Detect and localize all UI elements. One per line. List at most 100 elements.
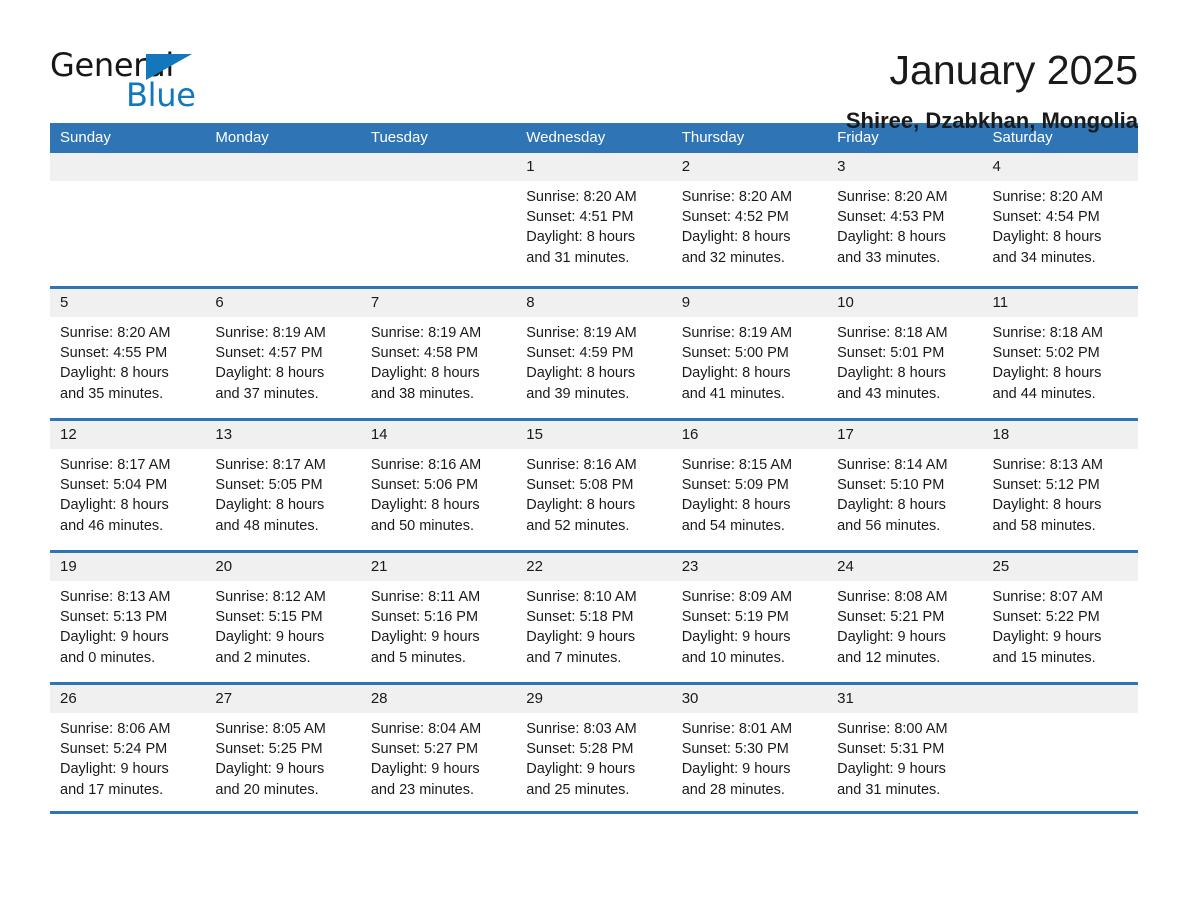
day-detail-line: Sunrise: 8:20 AM [681, 189, 793, 205]
day-number-band: 16 [671, 421, 828, 449]
calendar-day-cell[interactable]: 12 Sunrise: 8:17 AM Sunset: 5:04 PM Dayligh… [50, 421, 206, 550]
day-detail-line: Sunset: 4:57 PM [215, 345, 323, 362]
day-details: Sunrise: 8:16 AM Sunset: 5:06 PM Daylight:… [361, 449, 516, 536]
calendar-day-cell[interactable]: 27 Sunrise: 8:05 AM Sunset: 5:25 PM Dayligh… [205, 685, 361, 811]
weekday-header-row: Sunday Monday Tuesday Wednesday Thursday… [50, 123, 1138, 153]
day-detail-line: and 58 minutes. [992, 517, 1096, 534]
day-detail-line: Sunset: 5:19 PM [681, 609, 789, 626]
calendar-day-cell[interactable]: 14 Sunrise: 8:16 AM Sunset: 5:06 PM Dayligh… [360, 421, 517, 550]
day-number-band: 13 [205, 421, 361, 449]
day-detail-line: Daylight: 8 hours [370, 365, 480, 382]
weekday-header-monday: Monday [215, 129, 269, 146]
day-details: Sunrise: 8:03 AM Sunset: 5:28 PM Daylight:… [516, 713, 671, 800]
day-detail-line: Daylight: 8 hours [215, 365, 325, 382]
day-details [361, 181, 516, 187]
calendar-day-cell-empty [205, 153, 361, 286]
calendar-day-cell[interactable]: 26 Sunrise: 8:06 AM Sunset: 5:24 PM Dayligh… [50, 685, 206, 811]
day-number-band: 31 [827, 685, 983, 713]
day-detail-line: Sunset: 5:27 PM [370, 741, 479, 758]
day-detail-line: Sunset: 5:06 PM [370, 477, 479, 494]
calendar-day-cell[interactable]: 17 Sunrise: 8:14 AM Sunset: 5:10 PM Dayligh… [827, 421, 983, 550]
day-detail-line: Sunset: 5:22 PM [992, 609, 1100, 626]
day-detail-line: and 2 minutes. [215, 649, 311, 666]
day-number: 8 [526, 294, 535, 311]
calendar-day-cell[interactable]: 5 Sunrise: 8:20 AM Sunset: 4:55 PM Daylight… [50, 289, 206, 418]
calendar-day-cell[interactable]: 11 Sunrise: 8:18 AM Sunset: 5:02 PM Dayligh… [982, 289, 1138, 418]
calendar-day-cell[interactable]: 9 Sunrise: 8:19 AM Sunset: 5:00 PM Daylight… [671, 289, 828, 418]
day-detail-line: and 20 minutes. [215, 781, 319, 798]
day-detail-line: and 43 minutes. [837, 385, 941, 402]
day-number-band: 18 [982, 421, 1138, 449]
calendar-day-cell[interactable]: 29 Sunrise: 8:03 AM Sunset: 5:28 PM Dayligh… [516, 685, 672, 811]
calendar-day-cell[interactable]: 25 Sunrise: 8:07 AM Sunset: 5:22 PM Dayligh… [982, 553, 1138, 682]
day-details [50, 181, 205, 187]
day-number-band: 26 [50, 685, 206, 713]
calendar-day-cell[interactable]: 18 Sunrise: 8:13 AM Sunset: 5:12 PM Dayligh… [982, 421, 1138, 550]
calendar-day-cell[interactable]: 16 Sunrise: 8:15 AM Sunset: 5:09 PM Dayligh… [671, 421, 828, 550]
day-detail-line: Daylight: 8 hours [526, 229, 636, 246]
calendar-weeks: 1 Sunrise: 8:20 AM Sunset: 4:51 PM Daylight… [50, 153, 1138, 814]
day-detail-line: Sunrise: 8:19 AM [526, 325, 637, 341]
calendar-day-cell[interactable]: 2 Sunrise: 8:20 AM Sunset: 4:52 PM Daylight… [671, 153, 828, 286]
day-detail-line: and 7 minutes. [526, 649, 622, 666]
day-details: Sunrise: 8:20 AM Sunset: 4:52 PM Daylight:… [672, 181, 827, 268]
calendar-day-cell[interactable]: 6 Sunrise: 8:19 AM Sunset: 4:57 PM Daylight… [205, 289, 361, 418]
calendar-day-cell[interactable]: 15 Sunrise: 8:16 AM Sunset: 5:08 PM Dayligh… [516, 421, 672, 550]
day-number: 24 [837, 558, 854, 575]
day-details: Sunrise: 8:17 AM Sunset: 5:05 PM Daylight:… [205, 449, 360, 536]
calendar-day-cell[interactable]: 19 Sunrise: 8:13 AM Sunset: 5:13 PM Dayligh… [50, 553, 206, 682]
day-number-band: 17 [827, 421, 983, 449]
calendar-day-cell[interactable]: 8 Sunrise: 8:19 AM Sunset: 4:59 PM Daylight… [516, 289, 672, 418]
day-detail-line: Sunrise: 8:08 AM [837, 589, 948, 605]
day-detail-line: Sunrise: 8:14 AM [837, 457, 948, 473]
day-detail-line: Daylight: 8 hours [215, 497, 325, 514]
day-detail-line: Sunset: 4:54 PM [992, 209, 1100, 226]
calendar-day-cell[interactable]: 13 Sunrise: 8:17 AM Sunset: 5:05 PM Dayligh… [205, 421, 361, 550]
day-number: 28 [370, 690, 388, 707]
day-number-band: 23 [671, 553, 828, 581]
day-number-band: 5 [50, 289, 206, 317]
calendar-day-cell[interactable]: 28 Sunrise: 8:04 AM Sunset: 5:27 PM Dayligh… [360, 685, 517, 811]
day-detail-line: Sunset: 5:09 PM [681, 477, 789, 494]
day-number: 21 [370, 558, 388, 575]
day-number-band: 20 [205, 553, 361, 581]
calendar-day-cell[interactable]: 7 Sunrise: 8:19 AM Sunset: 4:58 PM Daylight… [360, 289, 517, 418]
calendar-day-cell[interactable]: 4 Sunrise: 8:20 AM Sunset: 4:54 PM Daylight… [982, 153, 1138, 286]
day-number: 7 [370, 294, 380, 311]
day-detail-line: Daylight: 9 hours [215, 629, 325, 646]
day-detail-line: Sunset: 4:53 PM [837, 209, 945, 226]
day-details: Sunrise: 8:20 AM Sunset: 4:55 PM Daylight:… [50, 317, 205, 404]
day-number: 31 [837, 690, 854, 707]
day-number: 18 [992, 426, 1010, 443]
calendar-day-cell[interactable]: 3 Sunrise: 8:20 AM Sunset: 4:53 PM Daylight… [827, 153, 983, 286]
calendar-day-cell-empty [50, 153, 206, 286]
day-number-band: 19 [50, 553, 206, 581]
title-block: January 2025 Shiree, Dzabkhan, Mongolia [200, 46, 1138, 134]
calendar-day-cell[interactable]: 30 Sunrise: 8:01 AM Sunset: 5:30 PM Dayligh… [671, 685, 828, 811]
calendar-day-cell[interactable]: 22 Sunrise: 8:10 AM Sunset: 5:18 PM Dayligh… [516, 553, 672, 682]
day-detail-line: Sunset: 5:02 PM [992, 345, 1100, 362]
day-number-band: 6 [205, 289, 361, 317]
calendar-day-cell[interactable]: 23 Sunrise: 8:09 AM Sunset: 5:19 PM Dayligh… [671, 553, 828, 682]
day-details: Sunrise: 8:09 AM Sunset: 5:19 PM Daylight:… [672, 581, 827, 668]
day-details: Sunrise: 8:20 AM Sunset: 4:51 PM Daylight:… [516, 181, 671, 268]
day-detail-line: Sunset: 5:30 PM [681, 741, 789, 758]
general-blue-logo[interactable]: General Blue [50, 46, 200, 114]
day-number-band: 9 [671, 289, 828, 317]
calendar-day-cell[interactable]: 21 Sunrise: 8:11 AM Sunset: 5:16 PM Dayligh… [360, 553, 517, 682]
calendar-day-cell-empty [360, 153, 517, 286]
calendar-day-cell[interactable]: 31 Sunrise: 8:00 AM Sunset: 5:31 PM Dayligh… [827, 685, 983, 811]
day-detail-line: and 12 minutes. [837, 649, 941, 666]
calendar-day-cell[interactable]: 20 Sunrise: 8:12 AM Sunset: 5:15 PM Dayligh… [205, 553, 361, 682]
day-number-band: 28 [360, 685, 517, 713]
day-number: 6 [215, 294, 224, 311]
day-detail-line: Sunset: 5:05 PM [215, 477, 323, 494]
day-detail-line: Sunrise: 8:12 AM [215, 589, 326, 605]
day-details: Sunrise: 8:06 AM Sunset: 5:24 PM Daylight:… [50, 713, 205, 800]
day-details: Sunrise: 8:16 AM Sunset: 5:08 PM Daylight:… [516, 449, 671, 536]
calendar-day-cell[interactable]: 24 Sunrise: 8:08 AM Sunset: 5:21 PM Dayligh… [827, 553, 983, 682]
calendar-day-cell[interactable]: 10 Sunrise: 8:18 AM Sunset: 5:01 PM Dayligh… [827, 289, 983, 418]
day-number: 13 [215, 426, 233, 443]
calendar-day-cell[interactable]: 1 Sunrise: 8:20 AM Sunset: 4:51 PM Daylight… [516, 153, 672, 286]
calendar-week-row: 19 Sunrise: 8:13 AM Sunset: 5:13 PM Dayligh… [50, 550, 1138, 682]
